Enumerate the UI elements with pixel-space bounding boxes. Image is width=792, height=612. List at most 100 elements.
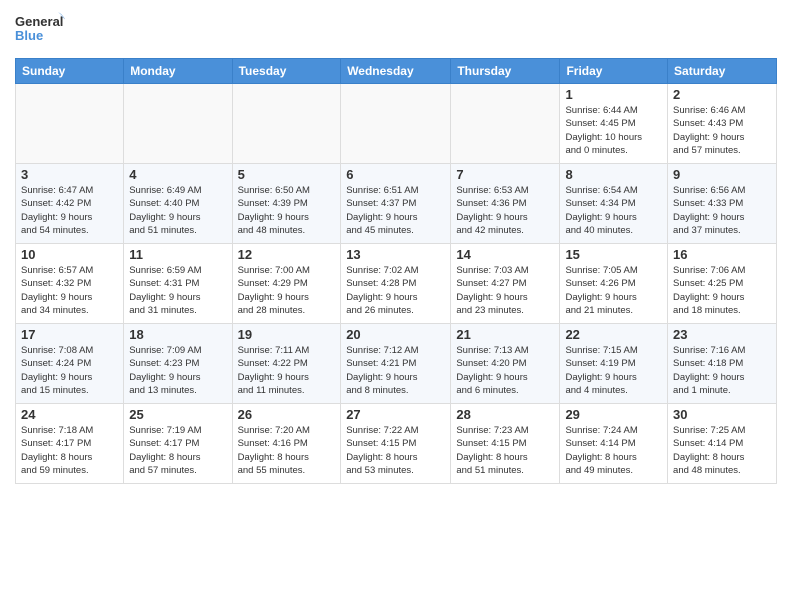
day-number: 18 bbox=[129, 327, 226, 342]
day-number: 20 bbox=[346, 327, 445, 342]
svg-text:Blue: Blue bbox=[15, 28, 43, 43]
calendar: SundayMondayTuesdayWednesdayThursdayFrid… bbox=[15, 58, 777, 484]
calendar-cell: 29 Sunrise: 7:24 AMSunset: 4:14 PMDayligh… bbox=[560, 404, 668, 484]
day-number: 7 bbox=[456, 167, 554, 182]
weekday-header-tuesday: Tuesday bbox=[232, 59, 341, 84]
day-number: 5 bbox=[238, 167, 336, 182]
calendar-cell: 15 Sunrise: 7:05 AMSunset: 4:26 PMDayligh… bbox=[560, 244, 668, 324]
day-number: 13 bbox=[346, 247, 445, 262]
day-info: Sunrise: 7:05 AMSunset: 4:26 PMDaylight:… bbox=[565, 264, 662, 317]
weekday-header-monday: Monday bbox=[124, 59, 232, 84]
day-info: Sunrise: 7:23 AMSunset: 4:15 PMDaylight:… bbox=[456, 424, 554, 477]
day-number: 23 bbox=[673, 327, 771, 342]
day-info: Sunrise: 6:46 AMSunset: 4:43 PMDaylight:… bbox=[673, 104, 771, 157]
week-row-4: 17Sunrise: 7:08 AMSunset: 4:24 PMDayligh… bbox=[16, 324, 777, 404]
day-number: 11 bbox=[129, 247, 226, 262]
calendar-cell bbox=[451, 84, 560, 164]
day-info: Sunrise: 6:54 AMSunset: 4:34 PMDaylight:… bbox=[565, 184, 662, 237]
weekday-header-wednesday: Wednesday bbox=[341, 59, 451, 84]
week-row-5: 24 Sunrise: 7:18 AMSunset: 4:17 PMDayligh… bbox=[16, 404, 777, 484]
week-row-2: 3 Sunrise: 6:47 AMSunset: 4:42 PMDaylight… bbox=[16, 164, 777, 244]
day-info: Sunrise: 7:19 AMSunset: 4:17 PMDaylight:… bbox=[129, 424, 226, 477]
day-number: 19 bbox=[238, 327, 336, 342]
day-number: 3 bbox=[21, 167, 118, 182]
calendar-cell: 22Sunrise: 7:15 AMSunset: 4:19 PMDayligh… bbox=[560, 324, 668, 404]
calendar-cell: 11 Sunrise: 6:59 AMSunset: 4:31 PMDayligh… bbox=[124, 244, 232, 324]
calendar-cell: 28 Sunrise: 7:23 AMSunset: 4:15 PMDayligh… bbox=[451, 404, 560, 484]
logo-svg: General Blue bbox=[15, 10, 65, 50]
day-info: Sunrise: 6:53 AMSunset: 4:36 PMDaylight:… bbox=[456, 184, 554, 237]
week-row-1: 1Sunrise: 6:44 AMSunset: 4:45 PMDaylight… bbox=[16, 84, 777, 164]
day-number: 10 bbox=[21, 247, 118, 262]
weekday-header-sunday: Sunday bbox=[16, 59, 124, 84]
calendar-cell bbox=[232, 84, 341, 164]
svg-text:General: General bbox=[15, 14, 63, 29]
day-number: 29 bbox=[565, 407, 662, 422]
calendar-cell: 14Sunrise: 7:03 AMSunset: 4:27 PMDayligh… bbox=[451, 244, 560, 324]
calendar-cell: 17Sunrise: 7:08 AMSunset: 4:24 PMDayligh… bbox=[16, 324, 124, 404]
page-container: General Blue SundayMondayTuesdayWednesda… bbox=[0, 0, 792, 612]
day-number: 1 bbox=[565, 87, 662, 102]
calendar-cell: 4 Sunrise: 6:49 AMSunset: 4:40 PMDaylight… bbox=[124, 164, 232, 244]
calendar-cell bbox=[16, 84, 124, 164]
calendar-cell: 7 Sunrise: 6:53 AMSunset: 4:36 PMDaylight… bbox=[451, 164, 560, 244]
calendar-cell: 21Sunrise: 7:13 AMSunset: 4:20 PMDayligh… bbox=[451, 324, 560, 404]
day-number: 12 bbox=[238, 247, 336, 262]
calendar-cell: 25 Sunrise: 7:19 AMSunset: 4:17 PMDayligh… bbox=[124, 404, 232, 484]
calendar-cell: 20 Sunrise: 7:12 AMSunset: 4:21 PMDayligh… bbox=[341, 324, 451, 404]
day-number: 9 bbox=[673, 167, 771, 182]
weekday-header-row: SundayMondayTuesdayWednesdayThursdayFrid… bbox=[16, 59, 777, 84]
day-info: Sunrise: 6:50 AMSunset: 4:39 PMDaylight:… bbox=[238, 184, 336, 237]
logo: General Blue bbox=[15, 10, 65, 50]
day-number: 16 bbox=[673, 247, 771, 262]
header: General Blue bbox=[15, 10, 777, 50]
calendar-cell: 8Sunrise: 6:54 AMSunset: 4:34 PMDaylight… bbox=[560, 164, 668, 244]
day-info: Sunrise: 7:09 AMSunset: 4:23 PMDaylight:… bbox=[129, 344, 226, 397]
calendar-cell: 30 Sunrise: 7:25 AMSunset: 4:14 PMDayligh… bbox=[668, 404, 777, 484]
day-info: Sunrise: 7:22 AMSunset: 4:15 PMDaylight:… bbox=[346, 424, 445, 477]
day-info: Sunrise: 6:47 AMSunset: 4:42 PMDaylight:… bbox=[21, 184, 118, 237]
day-info: Sunrise: 7:20 AMSunset: 4:16 PMDaylight:… bbox=[238, 424, 336, 477]
day-info: Sunrise: 7:18 AMSunset: 4:17 PMDaylight:… bbox=[21, 424, 118, 477]
day-info: Sunrise: 7:11 AMSunset: 4:22 PMDaylight:… bbox=[238, 344, 336, 397]
day-number: 24 bbox=[21, 407, 118, 422]
day-number: 4 bbox=[129, 167, 226, 182]
calendar-cell: 3 Sunrise: 6:47 AMSunset: 4:42 PMDaylight… bbox=[16, 164, 124, 244]
week-row-3: 10 Sunrise: 6:57 AMSunset: 4:32 PMDayligh… bbox=[16, 244, 777, 324]
weekday-header-saturday: Saturday bbox=[668, 59, 777, 84]
calendar-cell: 10 Sunrise: 6:57 AMSunset: 4:32 PMDayligh… bbox=[16, 244, 124, 324]
day-info: Sunrise: 7:25 AMSunset: 4:14 PMDaylight:… bbox=[673, 424, 771, 477]
day-info: Sunrise: 7:24 AMSunset: 4:14 PMDaylight:… bbox=[565, 424, 662, 477]
day-info: Sunrise: 6:59 AMSunset: 4:31 PMDaylight:… bbox=[129, 264, 226, 317]
day-info: Sunrise: 6:57 AMSunset: 4:32 PMDaylight:… bbox=[21, 264, 118, 317]
day-number: 22 bbox=[565, 327, 662, 342]
day-info: Sunrise: 7:00 AMSunset: 4:29 PMDaylight:… bbox=[238, 264, 336, 317]
calendar-cell: 27 Sunrise: 7:22 AMSunset: 4:15 PMDayligh… bbox=[341, 404, 451, 484]
calendar-cell: 1Sunrise: 6:44 AMSunset: 4:45 PMDaylight… bbox=[560, 84, 668, 164]
day-number: 15 bbox=[565, 247, 662, 262]
calendar-cell bbox=[341, 84, 451, 164]
day-info: Sunrise: 7:12 AMSunset: 4:21 PMDaylight:… bbox=[346, 344, 445, 397]
calendar-cell: 12 Sunrise: 7:00 AMSunset: 4:29 PMDayligh… bbox=[232, 244, 341, 324]
day-info: Sunrise: 7:02 AMSunset: 4:28 PMDaylight:… bbox=[346, 264, 445, 317]
calendar-cell: 16Sunrise: 7:06 AMSunset: 4:25 PMDayligh… bbox=[668, 244, 777, 324]
calendar-cell bbox=[124, 84, 232, 164]
day-number: 27 bbox=[346, 407, 445, 422]
calendar-cell: 13 Sunrise: 7:02 AMSunset: 4:28 PMDayligh… bbox=[341, 244, 451, 324]
day-number: 30 bbox=[673, 407, 771, 422]
day-info: Sunrise: 6:56 AMSunset: 4:33 PMDaylight:… bbox=[673, 184, 771, 237]
day-info: Sunrise: 7:13 AMSunset: 4:20 PMDaylight:… bbox=[456, 344, 554, 397]
day-number: 25 bbox=[129, 407, 226, 422]
day-number: 6 bbox=[346, 167, 445, 182]
day-info: Sunrise: 7:16 AMSunset: 4:18 PMDaylight:… bbox=[673, 344, 771, 397]
calendar-cell: 26Sunrise: 7:20 AMSunset: 4:16 PMDayligh… bbox=[232, 404, 341, 484]
calendar-cell: 24 Sunrise: 7:18 AMSunset: 4:17 PMDayligh… bbox=[16, 404, 124, 484]
calendar-cell: 5 Sunrise: 6:50 AMSunset: 4:39 PMDaylight… bbox=[232, 164, 341, 244]
day-number: 14 bbox=[456, 247, 554, 262]
day-number: 28 bbox=[456, 407, 554, 422]
calendar-cell: 9 Sunrise: 6:56 AMSunset: 4:33 PMDaylight… bbox=[668, 164, 777, 244]
calendar-cell: 6Sunrise: 6:51 AMSunset: 4:37 PMDaylight… bbox=[341, 164, 451, 244]
day-info: Sunrise: 7:08 AMSunset: 4:24 PMDaylight:… bbox=[21, 344, 118, 397]
day-number: 2 bbox=[673, 87, 771, 102]
day-info: Sunrise: 6:49 AMSunset: 4:40 PMDaylight:… bbox=[129, 184, 226, 237]
